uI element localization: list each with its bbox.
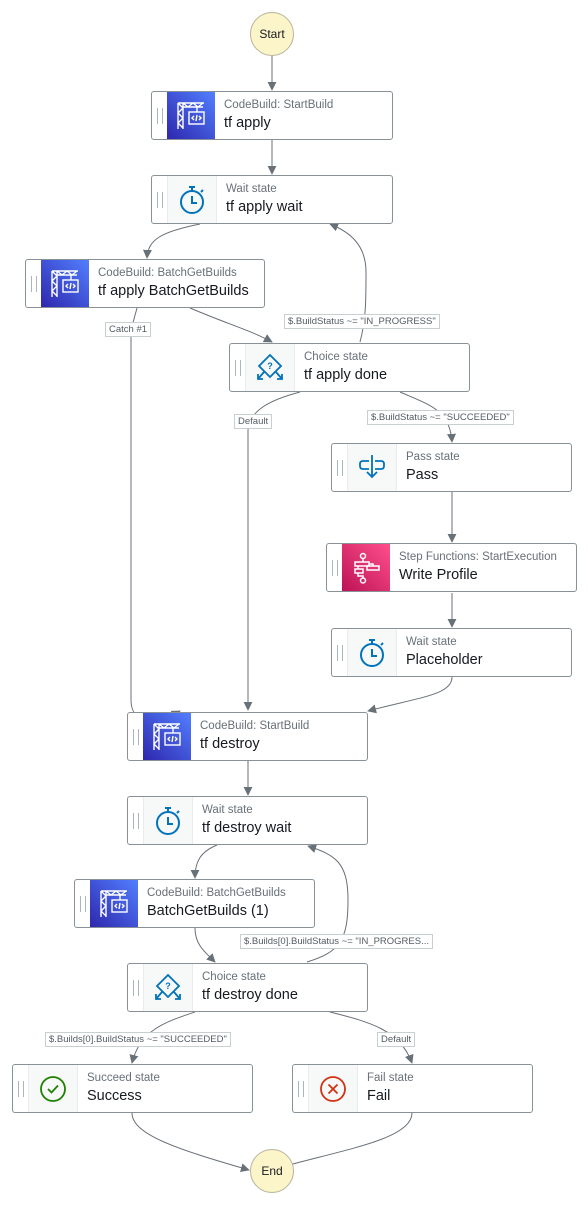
- state-name: Placeholder: [406, 652, 483, 668]
- state-type: Fail state: [367, 1072, 414, 1084]
- edge-batch-catch-destroy: [130, 307, 181, 721]
- state-type: CodeBuild: BatchGetBuilds: [98, 267, 237, 279]
- state-success[interactable]: Succeed state Success: [12, 1064, 253, 1113]
- state-name: tf apply wait: [226, 199, 303, 215]
- codebuild-icon: [90, 880, 138, 927]
- state-batchgetbuilds-1[interactable]: CodeBuild: BatchGetBuilds BatchGetBuilds…: [74, 879, 315, 928]
- drag-handle[interactable]: [75, 880, 90, 927]
- edge-done-default-destroy: [243, 391, 301, 711]
- state-tf-apply[interactable]: CodeBuild: StartBuild tf apply: [151, 91, 393, 140]
- choice-icon: ?: [143, 964, 193, 1011]
- state-type: CodeBuild: StartBuild: [200, 720, 310, 732]
- state-type: Wait state: [406, 636, 457, 648]
- edge-label-destroy-succeeded: $.Builds[0].BuildStatus ~= "SUCCEEDED": [45, 1032, 231, 1047]
- state-tf-apply-wait[interactable]: Wait state tf apply wait: [151, 175, 393, 224]
- state-fail[interactable]: Fail state Fail: [292, 1064, 533, 1113]
- state-type: Choice state: [304, 351, 368, 363]
- drag-handle[interactable]: [152, 176, 167, 223]
- state-name: Success: [87, 1088, 142, 1104]
- state-name: tf apply done: [304, 367, 388, 383]
- drag-handle[interactable]: [26, 260, 41, 307]
- edge-label-destroy-default: Default: [377, 1032, 416, 1047]
- end-node[interactable]: End: [250, 1149, 294, 1193]
- edge-label-destroy-in-progress: $.Builds[0].BuildStatus ~= "IN_PROGRES..…: [240, 934, 434, 949]
- choice-icon: ?: [245, 344, 295, 391]
- edge-batch-done: [189, 307, 273, 343]
- state-name: Pass: [406, 467, 439, 483]
- state-type: Step Functions: StartExecution: [399, 551, 557, 563]
- edge-wait-batch1: [190, 844, 218, 879]
- state-placeholder[interactable]: Wait state Placeholder: [331, 628, 572, 677]
- drag-handle[interactable]: [152, 92, 167, 139]
- edge-label-apply-succeeded: $.BuildStatus ~= "SUCCEEDED": [367, 410, 514, 425]
- drag-handle[interactable]: [13, 1065, 28, 1112]
- state-name: Fail: [367, 1088, 391, 1104]
- state-type: Pass state: [406, 451, 460, 463]
- state-type: Wait state: [202, 804, 253, 816]
- edge-placeholder-destroy: [367, 676, 453, 714]
- edge-wait-batch: [142, 223, 201, 259]
- state-type: Wait state: [226, 183, 277, 195]
- state-tf-apply-done[interactable]: ? Choice state tf apply done: [229, 343, 470, 392]
- edge-batch1-done: [194, 927, 216, 963]
- state-type: Succeed state: [87, 1072, 160, 1084]
- stopwatch-icon: [167, 176, 217, 223]
- stopwatch-icon: [143, 797, 193, 844]
- edge-label-apply-default: Default: [234, 414, 273, 429]
- pass-icon: [347, 444, 397, 491]
- codebuild-icon: [143, 713, 191, 760]
- state-type: Choice state: [202, 971, 266, 983]
- end-label: End: [261, 1164, 283, 1178]
- drag-handle[interactable]: [332, 629, 347, 676]
- state-tf-destroy-wait[interactable]: Wait state tf destroy wait: [127, 796, 368, 845]
- state-name: tf destroy: [200, 736, 260, 752]
- codebuild-icon: [41, 260, 89, 307]
- state-type: CodeBuild: StartBuild: [224, 99, 334, 111]
- drag-handle[interactable]: [128, 964, 143, 1011]
- state-name: tf destroy done: [202, 987, 298, 1003]
- svg-text:?: ?: [267, 361, 273, 371]
- edge-label-catch: Catch #1: [105, 322, 152, 337]
- state-tf-apply-batchgetbuilds[interactable]: CodeBuild: BatchGetBuilds tf apply Batch…: [25, 259, 265, 308]
- state-pass[interactable]: Pass state Pass: [331, 443, 572, 492]
- state-name: tf apply BatchGetBuilds: [98, 283, 249, 299]
- state-name: Write Profile: [399, 567, 478, 583]
- drag-handle[interactable]: [230, 344, 245, 391]
- drag-handle[interactable]: [128, 713, 143, 760]
- codebuild-icon: [167, 92, 215, 139]
- drag-handle[interactable]: [293, 1065, 308, 1112]
- state-name: tf apply: [224, 115, 271, 131]
- state-name: tf destroy wait: [202, 820, 292, 836]
- svg-text:?: ?: [165, 981, 171, 991]
- drag-handle[interactable]: [332, 444, 347, 491]
- start-label: Start: [259, 27, 285, 41]
- stopwatch-icon: [347, 629, 397, 676]
- state-write-profile[interactable]: Step Functions: StartExecution Write Pro…: [326, 543, 577, 592]
- x-circle-icon: [308, 1065, 358, 1112]
- edge-label-apply-in-progress: $.BuildStatus ~= "IN_PROGRESS": [284, 314, 440, 329]
- drag-handle[interactable]: [327, 544, 342, 591]
- state-tf-destroy[interactable]: CodeBuild: StartBuild tf destroy: [127, 712, 368, 761]
- start-node[interactable]: Start: [250, 12, 294, 56]
- state-tf-destroy-done[interactable]: ? Choice state tf destroy done: [127, 963, 368, 1012]
- state-name: BatchGetBuilds (1): [147, 903, 269, 919]
- drag-handle[interactable]: [128, 797, 143, 844]
- check-circle-icon: [28, 1065, 78, 1112]
- edge-success-end: [131, 1112, 250, 1173]
- state-type: CodeBuild: BatchGetBuilds: [147, 887, 286, 899]
- step-functions-icon: [342, 544, 390, 591]
